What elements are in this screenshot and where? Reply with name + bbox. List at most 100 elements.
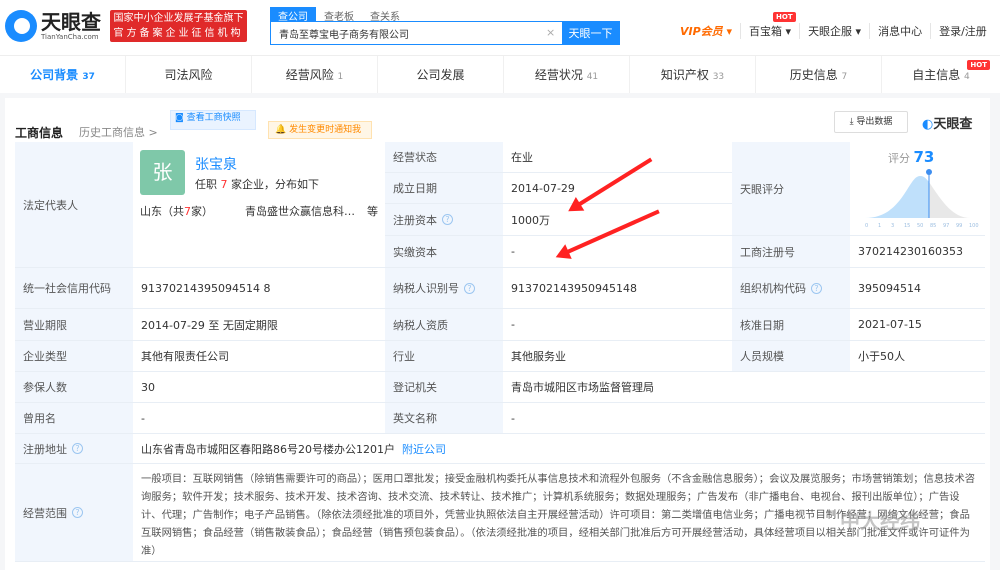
- top-nav: VIP会员 ▾ HOT 百宝箱 ▾ 天眼企服 ▾ 消息中心 登录/注册: [672, 12, 995, 39]
- tab-label: 经营风险: [285, 68, 334, 82]
- help-icon[interactable]: ?: [72, 507, 83, 518]
- scope-label: 经营范围?: [15, 464, 133, 562]
- score-tick: 99: [956, 223, 962, 229]
- tab-judicial-risk[interactable]: 司法风险: [126, 56, 252, 93]
- avatar: 张: [140, 150, 185, 195]
- score-tick: 3: [891, 223, 894, 229]
- tab-count: 7: [841, 72, 848, 82]
- tab-label: 历史信息: [789, 68, 838, 82]
- snapshot-button[interactable]: ◙ 查看工商快照: [170, 110, 256, 130]
- tab-self-info[interactable]: 自主信息 4 HOT: [882, 56, 1000, 93]
- notify-label: 发生变更时通知我: [289, 125, 362, 135]
- score-tick: 97: [943, 223, 949, 229]
- score-tick: 100: [969, 223, 979, 229]
- tab-ip[interactable]: 知识产权 33: [630, 56, 756, 93]
- tab-operation-status[interactable]: 经营状况 41: [504, 56, 630, 93]
- org-code-label: 组织机构代码?: [732, 268, 850, 309]
- reg-no-label: 工商注册号: [732, 236, 850, 268]
- help-icon[interactable]: ?: [72, 443, 83, 454]
- count: 7: [184, 205, 191, 218]
- region[interactable]: 山东（共7家）: [140, 203, 213, 219]
- tab-count: 4: [964, 72, 970, 82]
- help-icon[interactable]: ?: [464, 282, 475, 294]
- authority-value: 青岛市城阳区市场监督管理局: [503, 372, 985, 403]
- address-text: 山东省青岛市城阳区春阳路86号20号楼办公1201户: [141, 442, 395, 456]
- tab-company-background[interactable]: 公司背景 37: [0, 56, 126, 93]
- taxpayer-id-label: 纳税人识别号?: [385, 268, 503, 309]
- search-button[interactable]: 天眼一下: [562, 22, 619, 44]
- baobaoxiang-menu[interactable]: HOT 百宝箱 ▾: [741, 12, 801, 39]
- hot-badge: HOT: [967, 60, 990, 70]
- paid-capital-label: 实缴资本: [385, 236, 503, 268]
- text: 评分: [888, 152, 910, 165]
- section-title: 工商信息: [15, 126, 64, 140]
- tab-development[interactable]: 公司发展: [378, 56, 504, 93]
- text: 山东（共: [140, 205, 184, 218]
- tab-label: 知识产权: [660, 68, 709, 82]
- legal-rep-name[interactable]: 张宝泉: [195, 157, 237, 173]
- messages-link[interactable]: 消息中心: [870, 23, 932, 39]
- reg-no-value: 370214230160353: [850, 236, 985, 268]
- score-tick: 15: [904, 223, 910, 229]
- label-text: 经营范围: [23, 506, 67, 520]
- taxpayer-type-value: -: [503, 309, 732, 341]
- score-value: 73: [913, 148, 935, 166]
- tab-count: 1: [337, 72, 344, 82]
- tab-label: 经营状况: [534, 68, 583, 82]
- notify-button[interactable]: 🔔 发生变更时通知我: [268, 121, 372, 139]
- insured-value: 30: [133, 372, 385, 403]
- address-label: 注册地址?: [15, 434, 133, 464]
- staff-value: 小于50人: [850, 341, 985, 372]
- paid-capital-value: -: [503, 236, 732, 268]
- camera-icon: ◙: [175, 113, 187, 123]
- former-name-label: 曾用名: [15, 403, 133, 434]
- bell-icon: 🔔: [275, 125, 287, 135]
- address-value: 山东省青岛市城阳区春阳路86号20号楼办公1201户 附近公司: [133, 434, 985, 464]
- staff-label: 人员规模: [732, 341, 850, 372]
- score-pin-icon: [926, 169, 932, 175]
- related-company[interactable]: 青岛盛世众赢信息科…: [245, 203, 355, 219]
- clear-icon[interactable]: ×: [546, 22, 562, 44]
- help-icon[interactable]: ?: [811, 282, 822, 294]
- search-box: × 天眼一下: [270, 21, 620, 45]
- help-icon[interactable]: ?: [442, 214, 453, 225]
- status-value: 在业: [503, 142, 732, 173]
- nearby-companies-link[interactable]: 附近公司: [402, 441, 446, 457]
- tab-count: 41: [586, 72, 599, 82]
- text: 任职: [195, 178, 217, 191]
- industry-value: 其他服务业: [503, 341, 732, 372]
- label-text: 注册地址: [23, 442, 67, 456]
- export-label: 导出数据: [856, 117, 893, 127]
- qifu-menu[interactable]: 天眼企服 ▾: [800, 23, 871, 39]
- credit-code-value: 91370214395094514 8: [133, 268, 385, 309]
- tab-label: 自主信息: [912, 68, 961, 82]
- logo[interactable]: 天眼查 TianYanCha.com: [5, 10, 101, 42]
- tab-label: 司法风险: [164, 68, 213, 82]
- export-button[interactable]: ⤓ 导出数据: [834, 111, 908, 133]
- score-distribution-chart: 0 1 3 15 50 85 97 99 100: [865, 169, 979, 229]
- hot-badge: HOT: [773, 12, 796, 22]
- score-tick: 50: [917, 223, 923, 229]
- vip-menu[interactable]: VIP会员 ▾: [672, 23, 742, 39]
- history-link[interactable]: 历史工商信息 >: [79, 124, 158, 140]
- tab-history[interactable]: 历史信息 7: [756, 56, 882, 93]
- company-type-label: 企业类型: [15, 341, 133, 372]
- login-link[interactable]: 登录/注册: [931, 23, 995, 39]
- authority-label: 登记机关: [385, 372, 503, 403]
- english-name-label: 英文名称: [385, 403, 503, 434]
- score-title: 评分 73: [888, 148, 934, 166]
- search-input[interactable]: [271, 22, 546, 44]
- taxpayer-id-value: 913702143950945148: [503, 268, 732, 309]
- score-cell: 评分 73 0 1 3 15 50 85 97 99 100: [850, 142, 985, 236]
- score-label: 天眼评分: [732, 142, 850, 236]
- industry-label: 行业: [385, 341, 503, 372]
- tab-operation-risk[interactable]: 经营风险 1: [252, 56, 378, 93]
- logo-icon: [5, 10, 37, 42]
- official-badge: 国家中小企业发展子基金旗下 官方备案企业征信机构: [110, 10, 247, 42]
- top-bar: 天眼查 TianYanCha.com 国家中小企业发展子基金旗下 官方备案企业征信机…: [0, 0, 1000, 55]
- insured-label: 参保人数: [15, 372, 133, 403]
- legal-rep-cell: 张 张宝泉 任职 7 家企业，分布如下 山东（共7家） 青岛盛世众赢信息科… 等: [133, 142, 385, 268]
- legal-rep-label: 法定代表人: [15, 142, 133, 268]
- credit-code-label: 统一社会信用代码: [15, 268, 133, 309]
- score-area: [865, 176, 929, 218]
